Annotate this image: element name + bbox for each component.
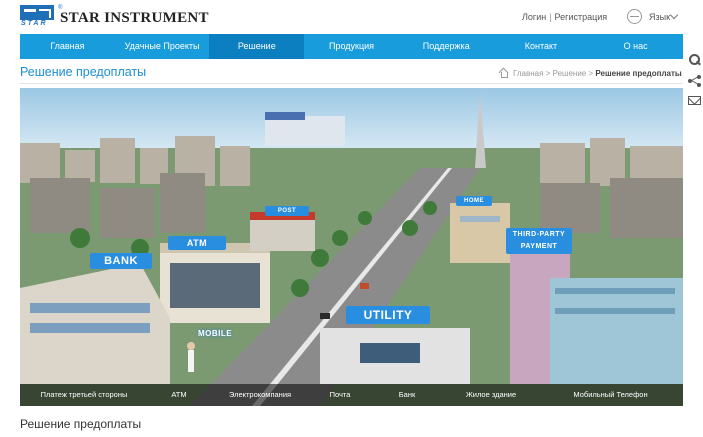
nav-item-products[interactable]: Продукция: [304, 34, 399, 59]
nav-item-projects[interactable]: Удачные Проекты: [115, 34, 210, 59]
tab-bank[interactable]: Банк: [370, 384, 444, 406]
breadcrumb-current: Решение предоплаты: [595, 69, 682, 78]
main-nav: Главная Удачные Проекты Решение Продукци…: [20, 34, 683, 59]
tab-mobile[interactable]: Мобильный Телефон: [538, 384, 683, 406]
solution-tabs: Платеж третьей стороны ATM Электрокомпан…: [20, 384, 683, 406]
search-icon[interactable]: [688, 53, 701, 66]
login-link[interactable]: Логин: [522, 12, 546, 22]
divider: [20, 83, 683, 84]
section-title: Решение предоплаты: [20, 417, 142, 431]
mobile-label: MOBILE: [197, 329, 233, 338]
globe-icon: [627, 9, 642, 24]
home-icon[interactable]: [499, 68, 509, 78]
header: STAR ® STAR INSTRUMENT Логин | Регистрация…: [0, 0, 703, 34]
nav-item-solution[interactable]: Решение: [209, 34, 305, 59]
nav-item-contact[interactable]: Контакт: [494, 34, 589, 59]
breadcrumb-solution[interactable]: Решение: [553, 69, 587, 78]
third-party-label: THIRD-PARTY PAYMENT: [506, 228, 572, 254]
home-label: HOME: [456, 196, 492, 206]
brand-name: STAR INSTRUMENT: [60, 10, 209, 26]
atm-label: ATM: [168, 236, 226, 250]
city-illustration: [20, 88, 683, 406]
language-label: Язык: [649, 12, 671, 22]
post-label: POST: [265, 206, 309, 216]
logo-icon[interactable]: STAR ®: [20, 5, 62, 27]
share-icon[interactable]: [688, 74, 701, 87]
tab-post[interactable]: Почта: [310, 384, 370, 406]
nav-item-support[interactable]: Поддержка: [399, 34, 494, 59]
nav-item-home[interactable]: Главная: [20, 34, 115, 59]
mail-icon[interactable]: [688, 96, 701, 105]
bank-label: BANK: [90, 253, 152, 269]
page-title: Решение предоплаты: [20, 65, 147, 79]
tab-third-party[interactable]: Платеж третьей стороны: [20, 384, 148, 406]
breadcrumb: Главная > Решение > Решение предоплаты: [499, 68, 682, 78]
auth-links: Логин | Регистрация: [522, 12, 608, 22]
tab-residential[interactable]: Жилое здание: [444, 384, 538, 406]
register-link[interactable]: Регистрация: [555, 12, 608, 22]
nav-item-about[interactable]: О нас: [588, 34, 683, 59]
tab-utility[interactable]: Электрокомпания: [210, 384, 310, 406]
utility-label: UTILITY: [346, 306, 430, 324]
breadcrumb-home[interactable]: Главная: [513, 69, 543, 78]
chevron-down-icon: [669, 10, 679, 20]
tab-atm[interactable]: ATM: [148, 384, 210, 406]
city-banner: BANK ATM POST HOME THIRD-PARTY PAYMENT U…: [20, 88, 683, 406]
